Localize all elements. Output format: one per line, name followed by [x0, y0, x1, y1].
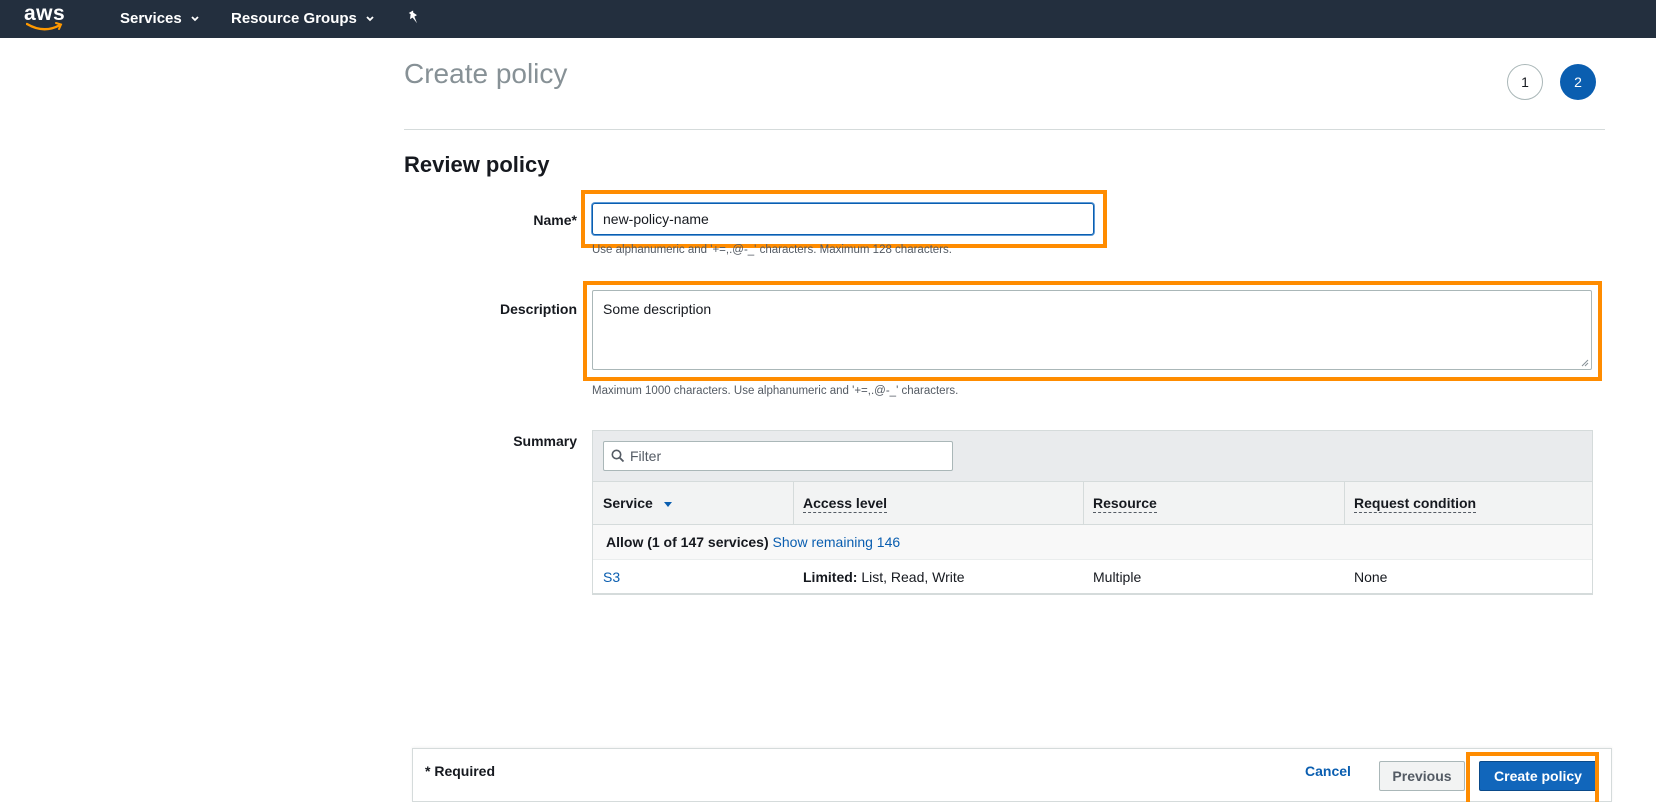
show-remaining-link[interactable]: Show remaining 146 [773, 534, 901, 550]
column-header-resource[interactable]: Resource [1083, 482, 1157, 524]
header-divider [404, 129, 1605, 130]
description-text: Some description [603, 301, 712, 317]
description-hint: Maximum 1000 characters. Use alphanumeri… [592, 385, 959, 397]
previous-button[interactable]: Previous [1379, 761, 1465, 791]
table-header: Service Access level Resource Request co… [593, 482, 1592, 525]
pin-icon[interactable] [406, 10, 422, 26]
name-label: Name* [533, 212, 577, 228]
services-menu[interactable]: Services [120, 0, 200, 38]
step-2-indicator: 2 [1560, 64, 1596, 100]
summary-label: Summary [513, 433, 577, 449]
filter-placeholder: Filter [630, 448, 662, 464]
step-1-indicator: 1 [1507, 64, 1543, 100]
allow-group-label: Allow (1 of 147 services) [606, 534, 769, 550]
chevron-down-icon [366, 16, 374, 22]
name-input[interactable]: new-policy-name [592, 203, 1094, 235]
name-hint: Use alphanumeric and '+=,.@-_' character… [592, 244, 952, 256]
filter-input[interactable]: Filter [603, 441, 953, 471]
top-nav: aws Services Resource Groups [0, 0, 1656, 38]
resize-handle-icon[interactable] [1581, 359, 1589, 367]
column-header-label: Access level [803, 495, 888, 513]
filter-bar: Filter [593, 431, 1592, 482]
footer-bar: * Required Cancel Previous Create policy [412, 748, 1612, 802]
create-policy-highlight [1466, 752, 1599, 802]
access-level-cell: Limited: List, Read, Write [803, 560, 965, 594]
resource-groups-menu[interactable]: Resource Groups [231, 0, 375, 38]
access-level-values: List, Read, Write [857, 569, 965, 585]
section-title: Review policy [404, 152, 550, 177]
resource-cell: Multiple [1093, 569, 1142, 585]
table-row: S3 Limited: List, Read, Write Multiple N… [593, 560, 1592, 594]
column-header-request-condition[interactable]: Request condition [1344, 482, 1477, 524]
cancel-button[interactable]: Cancel [1305, 763, 1351, 779]
search-icon [611, 449, 625, 463]
page-title: Create policy [404, 58, 568, 89]
description-textarea[interactable]: Some description [592, 290, 1592, 370]
column-header-label: Request condition [1354, 495, 1477, 513]
required-note: * Required [425, 763, 496, 779]
access-level-prefix: Limited: [803, 569, 858, 585]
aws-smile-icon [26, 22, 63, 31]
column-header-label: Resource [1093, 495, 1157, 513]
summary-table: Filter Service Access level Resource Req… [592, 430, 1593, 595]
column-header-access-level[interactable]: Access level [793, 482, 888, 524]
description-label: Description [499, 301, 577, 317]
resource-groups-label: Resource Groups [231, 10, 357, 27]
allow-group-row: Allow (1 of 147 services) Show remaining… [593, 525, 1592, 560]
aws-logo[interactable]: aws [24, 2, 68, 34]
sort-down-icon [663, 502, 672, 507]
column-header-label: Service [603, 495, 653, 511]
chevron-down-icon [191, 16, 199, 22]
service-link[interactable]: S3 [603, 560, 620, 594]
column-header-service[interactable]: Service [593, 482, 673, 524]
services-label: Services [120, 10, 182, 27]
condition-cell: None [1354, 569, 1388, 585]
